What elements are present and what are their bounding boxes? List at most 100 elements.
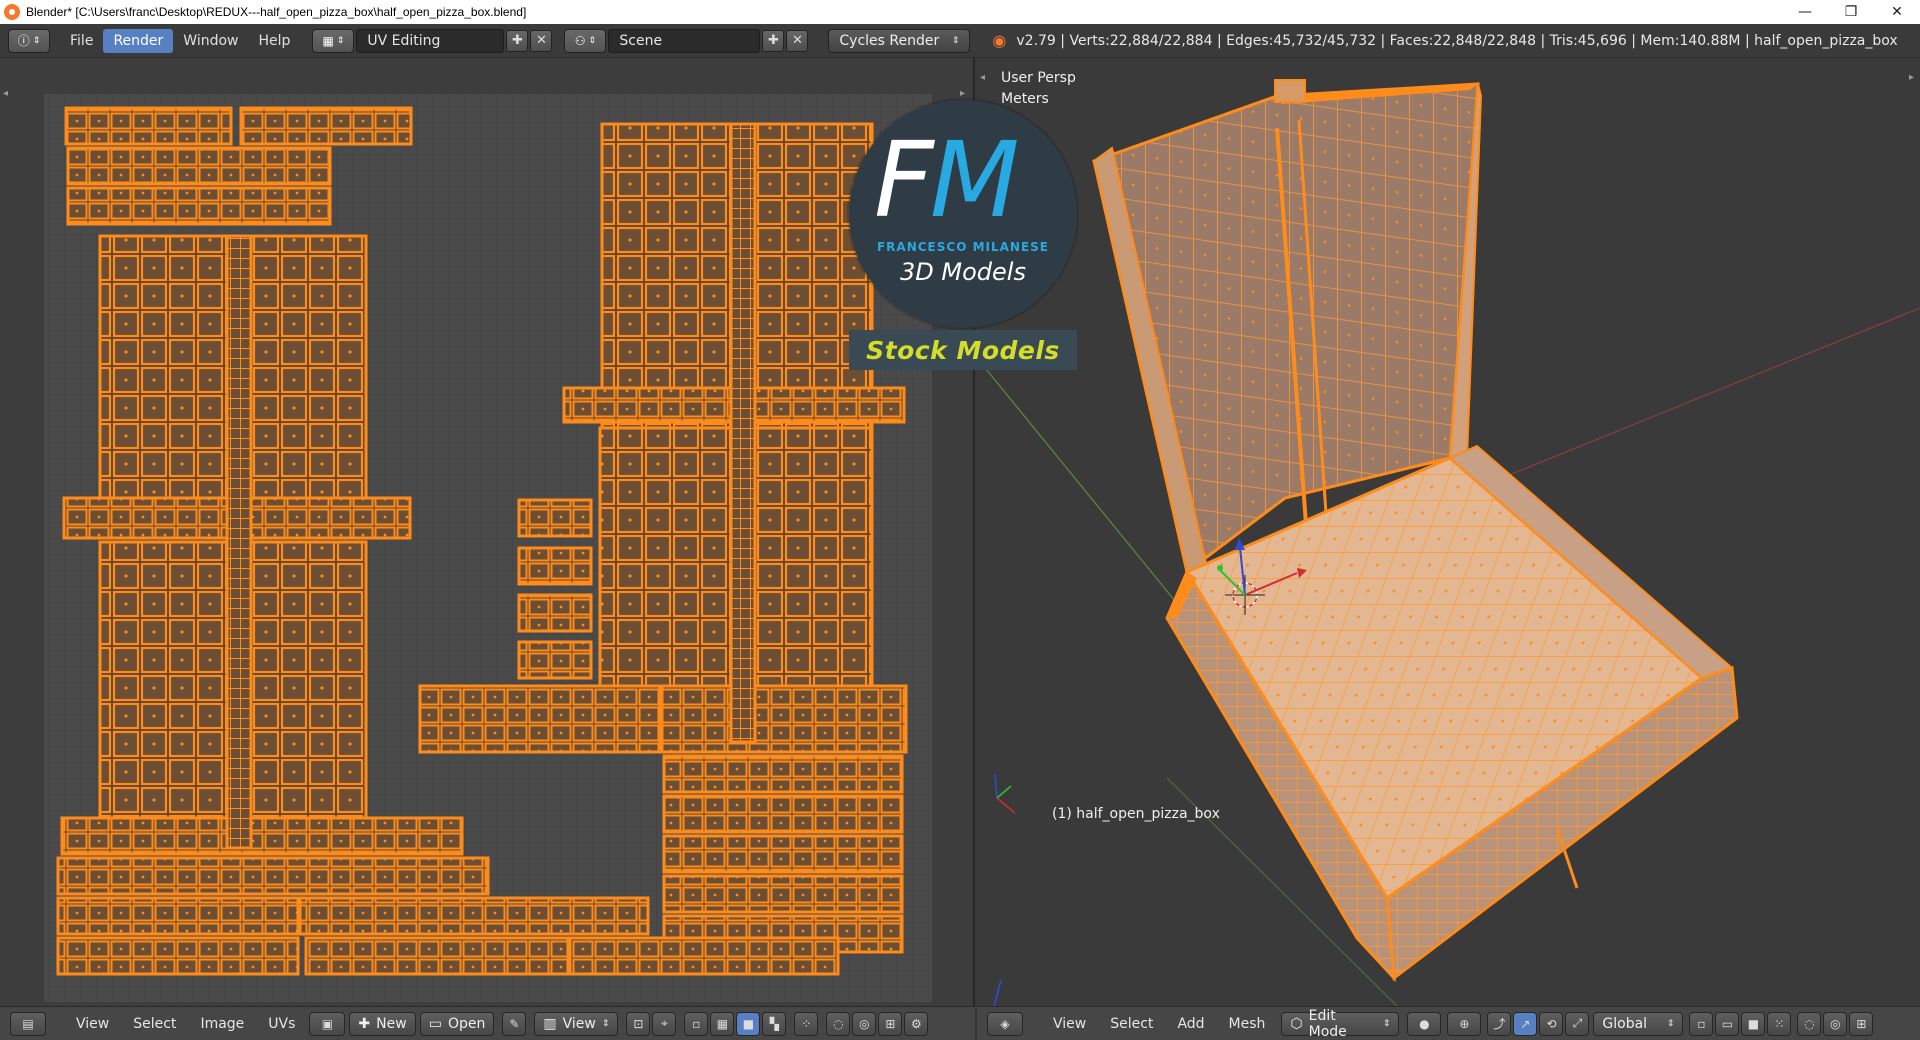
menu-render[interactable]: Render xyxy=(103,28,174,53)
snap-icon[interactable]: ◎ xyxy=(852,1011,877,1036)
new-image-label: New xyxy=(376,1015,407,1032)
maximize-button[interactable]: ❐ xyxy=(1828,0,1874,24)
occlude-geometry-icon[interactable]: ⁙ xyxy=(1767,1011,1792,1036)
menu-help[interactable]: Help xyxy=(248,29,300,53)
svg-text:◂: ◂ xyxy=(3,88,8,99)
uv-island[interactable] xyxy=(66,186,332,226)
viewport-side-arrow-right-icon[interactable]: ▸ xyxy=(1909,72,1914,83)
viewport-side-arrow-icon[interactable]: ◂ xyxy=(980,72,985,83)
viewport-header: ◈ View Select Add Mesh ⬡ Edit Mode ⇕ ● ⊕ ⤴… xyxy=(977,1006,1920,1040)
translate-manipulator-icon[interactable]: ↗ xyxy=(1513,1011,1538,1036)
blender-logo-icon xyxy=(4,4,20,20)
uv-island[interactable] xyxy=(56,896,300,936)
uv-menu-view[interactable]: View xyxy=(64,1016,121,1032)
menu-window[interactable]: Window xyxy=(173,29,248,53)
uv-island[interactable] xyxy=(517,593,593,633)
scene-field[interactable]: Scene xyxy=(608,28,761,53)
viewport-canvas[interactable]: ◂ ▸ xyxy=(977,58,1920,1006)
render-engine-select[interactable]: Cycles Render ⇕ xyxy=(828,28,971,53)
mode-select[interactable]: ⬡ Edit Mode ⇕ xyxy=(1281,1008,1400,1040)
uv-island[interactable] xyxy=(418,684,662,754)
remove-scene-button[interactable]: ✕ xyxy=(786,29,809,52)
uv-island[interactable] xyxy=(239,106,413,146)
vertex-select-icon[interactable]: ▫ xyxy=(684,1011,709,1036)
edge-select-mode-icon[interactable]: ▭ xyxy=(1715,1011,1740,1036)
proportional-edit-icon[interactable]: ◌ xyxy=(826,1011,851,1036)
open-image-button[interactable]: ▭ Open xyxy=(419,1011,495,1036)
screen-layout-field[interactable]: UV Editing xyxy=(356,28,505,53)
lid-tab xyxy=(1274,79,1306,103)
scale-manipulator-icon[interactable]: ⤢ xyxy=(1565,1011,1590,1036)
vp-menu-add[interactable]: Add xyxy=(1165,1016,1216,1032)
proportional-edit-icon[interactable]: ◌ xyxy=(1797,1011,1822,1036)
uv-island[interactable] xyxy=(298,896,650,936)
viewport-editor-type-button[interactable]: ◈ xyxy=(987,1011,1023,1036)
vp-menu-select[interactable]: Select xyxy=(1098,1016,1165,1032)
uv-canvas[interactable]: ◂ ▸ xyxy=(0,58,975,1006)
orientation-select[interactable]: Global ⇕ xyxy=(1593,1011,1684,1036)
screen-layout-icon-button[interactable]: ▦ ⇕ xyxy=(312,28,355,53)
scene-icon-button[interactable]: ⚇ ⇕ xyxy=(564,28,607,53)
sticky-select-icon[interactable]: ⌖ xyxy=(652,1011,677,1036)
remove-screen-button[interactable]: ✕ xyxy=(530,29,553,52)
sync-icon[interactable]: ⁘ xyxy=(794,1011,819,1036)
render-icon[interactable]: ⚙ xyxy=(904,1011,929,1036)
vp-menu-mesh[interactable]: Mesh xyxy=(1217,1016,1278,1032)
snap-element-icon[interactable]: ⊞ xyxy=(1849,1011,1874,1036)
svg-text:◂: ◂ xyxy=(980,72,985,83)
image-browse-button[interactable]: ▣ xyxy=(309,1011,346,1036)
uv-island[interactable] xyxy=(662,754,904,794)
uv-editor-type-button[interactable]: ▤ xyxy=(10,1011,46,1036)
uv-island[interactable] xyxy=(662,874,904,914)
uv-view-mode-select[interactable]: ▥ View ⇕ xyxy=(534,1011,619,1036)
uv-side-arrow-right-icon[interactable]: ▸ xyxy=(960,88,965,99)
face-select-mode-icon[interactable]: ■ xyxy=(1741,1011,1766,1036)
plus-icon: ✚ xyxy=(358,1015,371,1032)
uv-island[interactable] xyxy=(568,936,840,976)
uv-seam-island[interactable] xyxy=(729,122,757,744)
uv-island[interactable] xyxy=(56,936,300,976)
uv-island[interactable] xyxy=(517,546,593,586)
uv-menu-uvs[interactable]: UVs xyxy=(256,1016,307,1032)
uv-side-arrow-icon[interactable]: ◂ xyxy=(3,88,8,99)
new-image-button[interactable]: ✚ New xyxy=(349,1011,416,1036)
logo-letter-f: F xyxy=(874,119,934,241)
pivot-icon[interactable]: ⊡ xyxy=(626,1011,651,1036)
uv-island[interactable] xyxy=(64,106,233,146)
add-scene-button[interactable]: ✚ xyxy=(762,29,785,52)
up-down-arrows-icon: ⇕ xyxy=(1666,1018,1675,1029)
uv-island[interactable] xyxy=(517,640,593,680)
vp-menu-view[interactable]: View xyxy=(1041,1016,1098,1032)
uv-island[interactable] xyxy=(662,794,904,834)
uv-island[interactable] xyxy=(66,146,332,186)
add-screen-button[interactable]: ✚ xyxy=(506,29,529,52)
minimize-button[interactable]: — xyxy=(1782,0,1828,24)
snap-icon[interactable]: ◎ xyxy=(1823,1011,1848,1036)
manipulator-toggle-icon[interactable]: ⤴ xyxy=(1487,1011,1512,1036)
uv-seam-island[interactable] xyxy=(225,234,253,850)
vertex-select-mode-icon[interactable]: ▫ xyxy=(1689,1011,1714,1036)
pin-icon[interactable]: ✎ xyxy=(502,1011,527,1036)
3d-viewport[interactable]: ◂ ▸ User Persp Meters (1) half_open_pizz… xyxy=(977,58,1920,1006)
logo-letter-m: M xyxy=(929,119,1020,241)
info-editor-type-button[interactable]: ⓘ ⇕ xyxy=(8,28,50,53)
uv-image-editor[interactable]: ◂ ▸ xyxy=(0,58,975,1006)
shading-select[interactable]: ● xyxy=(1407,1011,1442,1036)
pivot-point-select[interactable]: ⊕ xyxy=(1447,1011,1482,1036)
uv-menu-image[interactable]: Image xyxy=(188,1016,256,1032)
edge-select-icon[interactable]: ▦ xyxy=(710,1011,735,1036)
island-select-icon[interactable]: ▚ xyxy=(762,1011,787,1036)
pizza-box-base[interactable] xyxy=(1184,456,1705,901)
face-select-icon[interactable]: ■ xyxy=(736,1011,761,1036)
close-button[interactable]: ✕ xyxy=(1874,0,1920,24)
menu-file[interactable]: File xyxy=(60,29,103,53)
rotate-manipulator-icon[interactable]: ⟲ xyxy=(1539,1011,1564,1036)
uv-island[interactable] xyxy=(56,856,490,896)
uv-island[interactable] xyxy=(662,834,904,874)
uv-island[interactable] xyxy=(60,816,464,856)
snap-target-icon[interactable]: ⊞ xyxy=(878,1011,903,1036)
uv-menu-select[interactable]: Select xyxy=(121,1016,188,1032)
uv-island[interactable] xyxy=(304,936,570,976)
uv-island[interactable] xyxy=(517,498,593,538)
uv-island[interactable] xyxy=(660,684,908,754)
